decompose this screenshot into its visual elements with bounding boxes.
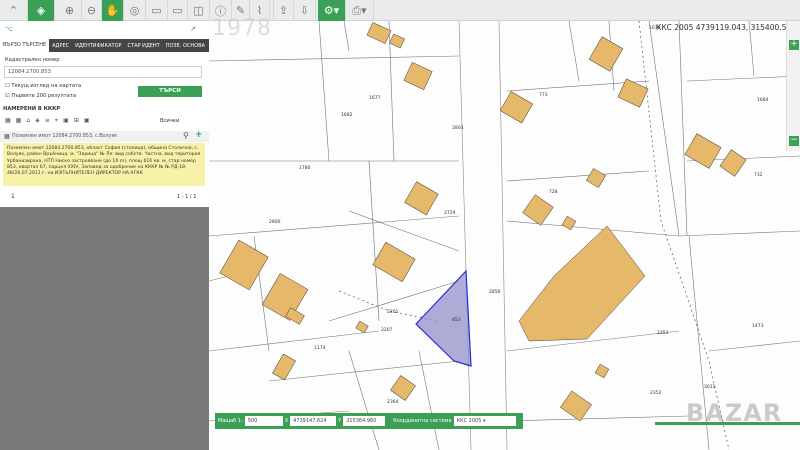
parcel-label-2364: 2364: [387, 399, 399, 405]
scale-input[interactable]: 500: [244, 416, 283, 426]
coordinate-bar: Мащаб 1: 500 X 4739147.624 Y 215364.960 …: [215, 413, 523, 429]
year-watermark: 1978: [212, 16, 272, 41]
settings-icon[interactable]: ⚙▾: [318, 0, 346, 21]
tab-address[interactable]: АДРЕС: [49, 43, 72, 49]
download-icon[interactable]: ⇩: [294, 0, 316, 21]
zoom-in-icon[interactable]: ⊕: [58, 0, 82, 21]
found-header: НАМЕРЕНИ В КККР: [3, 106, 61, 112]
x-coordinate-input[interactable]: 4739147.624: [290, 416, 337, 426]
search-button[interactable]: ТЪРСИ: [138, 86, 202, 97]
coordinate-system-value: ККС 2005: [456, 418, 482, 424]
parcel-label-1677: 1677: [369, 95, 381, 101]
selected-parcel[interactable]: [415, 269, 472, 367]
parcel-label-853: 853: [452, 317, 461, 323]
tab-identifier[interactable]: ИДЕНТИФИКАТОР: [72, 43, 124, 49]
scale-label: Мащаб 1:: [218, 418, 243, 424]
parcel-label-2729: 2729: [444, 210, 456, 216]
rectangle-outline-icon[interactable]: ▭: [168, 0, 188, 21]
all-filter-label[interactable]: Всички: [160, 118, 179, 124]
tab-land-basis[interactable]: ПОЗЕ. ОСНОВА: [163, 43, 208, 49]
pan-hand-icon[interactable]: ✋: [102, 0, 124, 21]
expand-icon[interactable]: ↗: [190, 25, 196, 33]
checkbox-current-view-label: Текущ изглед на картата: [11, 83, 82, 89]
parcel-label-2803: 2803: [452, 125, 464, 131]
map-canvas[interactable]: 1677 1682 2803 1684 1780 2800 2201 2856 …: [209, 21, 800, 450]
zoom-out-icon[interactable]: ⊖: [82, 0, 102, 21]
checkbox-first-200-label: Първите 200 резултата: [11, 93, 77, 99]
parcel-label-2856: 2856: [489, 289, 501, 295]
left-panel-empty: [0, 207, 209, 450]
split-rectangle-icon[interactable]: ◫: [188, 0, 210, 21]
coordinate-system-select[interactable]: ККС 2005 ▾: [453, 416, 516, 426]
cad-number-input[interactable]: 12084.2700.853: [4, 66, 202, 78]
search-tabs: ВЪРЗО ТЪРСЕНЕ АДРЕС ИДЕНТИФИКАТОР СТАР И…: [0, 39, 209, 52]
parcel-label-2351: 2351: [657, 330, 669, 336]
parcel-label-1473: 1473: [752, 323, 764, 329]
add-icon[interactable]: +: [195, 130, 203, 140]
parcel-label-1174: 1174: [314, 345, 326, 351]
parcel-label-2352: 2352: [650, 390, 662, 396]
result-title[interactable]: Поземлен имот 12084.2700.853, с.Волуяк: [12, 134, 117, 139]
parcel-label-2800: 2800: [269, 219, 281, 225]
chevron-up-icon[interactable]: ⌃: [0, 0, 28, 21]
zoom-in-button[interactable]: +: [789, 40, 799, 50]
cad-number-label: Кадастрален номер: [5, 57, 60, 63]
site-watermark: BAZAR: [686, 399, 783, 427]
parcel-label-1684: 1684: [757, 97, 769, 103]
parcel-label-728: 728: [549, 189, 558, 195]
layers-icon[interactable]: ◈: [28, 0, 55, 21]
zoom-to-icon[interactable]: ⚲: [183, 131, 189, 140]
tab-quick-search[interactable]: ВЪРЗО ТЪРСЕНЕ: [0, 39, 50, 52]
rectangle-icon[interactable]: ▭: [146, 0, 168, 21]
print-icon[interactable]: ⎙▾: [346, 0, 374, 21]
tab-old-identifier[interactable]: СТАР ИДЕНТ: [125, 43, 163, 49]
zoom-out-button[interactable]: −: [789, 136, 799, 146]
parcel-label-2201: 2201: [387, 309, 399, 315]
main-toolbar: ⌃ ◈ ⊕ ⊖ ✋ ◎ ▭ ▭ ◫ ⓘ ✎ ⌇ ⇪ ⇩ ⚙▾ ⎙▾: [0, 0, 800, 21]
grid-icon: ▦: [4, 133, 10, 140]
parcel-label-732: 732: [754, 172, 763, 178]
collapse-icon[interactable]: ⌥: [5, 25, 13, 33]
y-label: Y: [338, 418, 342, 424]
upload-icon[interactable]: ⇪: [274, 0, 294, 21]
checkbox-current-view[interactable]: ☐ Текущ изглед на картата: [5, 83, 81, 89]
parcel-label-2207: 2207: [381, 327, 393, 333]
globe-icon[interactable]: ◎: [124, 0, 146, 21]
projection-label: ККС 2005 4739119.043, 315400.520: [656, 23, 796, 32]
y-coordinate-input[interactable]: 215364.960: [343, 416, 386, 426]
parcel-label-1682: 1682: [341, 112, 353, 118]
cadastral-map[interactable]: 1677 1682 2803 1684 1780 2800 2201 2856 …: [209, 21, 800, 450]
parcel-label-1780: 1780: [299, 165, 311, 171]
result-detail: Поземлен имот 12084.2700.853, област Соф…: [3, 143, 205, 186]
coordinate-system-label: Координатна система: [393, 418, 452, 424]
page-number[interactable]: 1: [11, 193, 15, 200]
x-label: X: [284, 418, 289, 424]
parcel-label-3011: 3011: [704, 384, 716, 390]
page-range: 1 - 1 / 1: [177, 194, 197, 200]
filter-icons-row[interactable]: ▦▦⌂◈≡⌖▣⊞▣: [5, 117, 95, 125]
checkbox-first-200[interactable]: ☑ Първите 200 резултата: [5, 93, 76, 99]
parcel-label-773: 773: [539, 92, 548, 98]
